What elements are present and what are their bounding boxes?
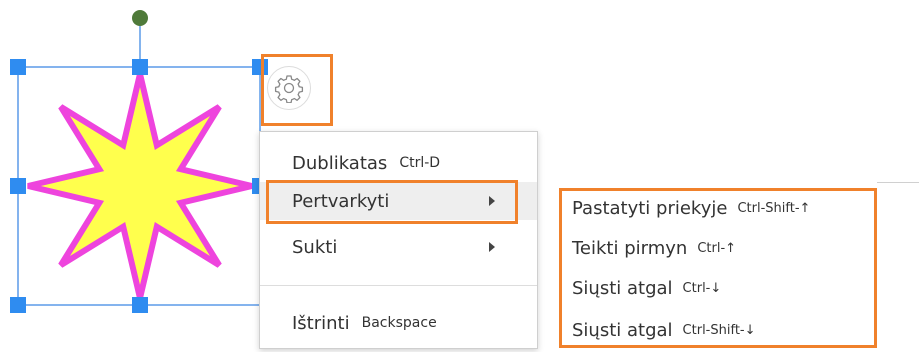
submenu-item-label: Siųsti atgal [572,277,673,299]
submenu-item-shortcut: Ctrl-↑ [697,240,737,256]
submenu-arrow-icon [489,196,495,206]
resize-handle-top-left[interactable] [10,59,26,75]
resize-handle-top-right[interactable] [252,59,268,75]
menu-item-label: Pertvarkyti [292,190,390,212]
gear-icon [274,75,304,103]
menu-item-label: Ištrinti [292,312,350,334]
star-shape[interactable] [27,73,253,299]
resize-handle-bottom-left[interactable] [10,297,26,313]
menu-separator [260,285,537,286]
arrange-submenu: Pastatyti priekyje Ctrl-Shift-↑ Teikti p… [562,190,874,346]
submenu-item-shortcut: Ctrl-Shift-↓ [682,322,756,338]
context-menu: Dublikatas Ctrl-D Pertvarkyti Sukti Ištr… [259,131,538,349]
resize-handle-bottom[interactable] [132,297,148,313]
submenu-item-label: Pastatyti priekyje [572,197,728,219]
submenu-arrow-icon [489,242,495,252]
submenu-item-shortcut: Ctrl-Shift-↑ [737,200,811,216]
resize-handle-left[interactable] [10,178,26,194]
menu-item-label: Dublikatas [292,152,388,174]
submenu-item-send-to-back[interactable]: Siųsti atgal Ctrl-Shift-↓ [562,312,874,348]
shape-options-button[interactable] [267,66,311,110]
drawing-canvas[interactable]: Dublikatas Ctrl-D Pertvarkyti Sukti Ištr… [0,0,919,352]
selected-shape-area[interactable] [0,0,300,352]
submenu-item-bring-to-front[interactable]: Pastatyti priekyje Ctrl-Shift-↑ [562,190,874,226]
menu-item-arrange[interactable]: Pertvarkyti [260,182,537,220]
submenu-item-shortcut: Ctrl-↓ [682,280,722,296]
submenu-item-send-backward[interactable]: Siųsti atgal Ctrl-↓ [562,270,874,306]
resize-handle-top[interactable] [132,59,148,75]
submenu-item-label: Siųsti atgal [572,319,673,341]
submenu-item-bring-forward[interactable]: Teikti pirmyn Ctrl-↑ [562,230,874,266]
menu-item-duplicate[interactable]: Dublikatas Ctrl-D [260,144,537,182]
menu-item-shortcut: Backspace [361,315,437,331]
menu-item-label: Sukti [292,236,338,258]
divider [877,182,919,183]
menu-item-rotate[interactable]: Sukti [260,228,537,266]
menu-item-shortcut: Ctrl-D [399,155,441,171]
rotate-handle[interactable] [132,10,148,26]
menu-item-delete[interactable]: Ištrinti Backspace [260,304,537,342]
submenu-item-label: Teikti pirmyn [572,237,688,259]
